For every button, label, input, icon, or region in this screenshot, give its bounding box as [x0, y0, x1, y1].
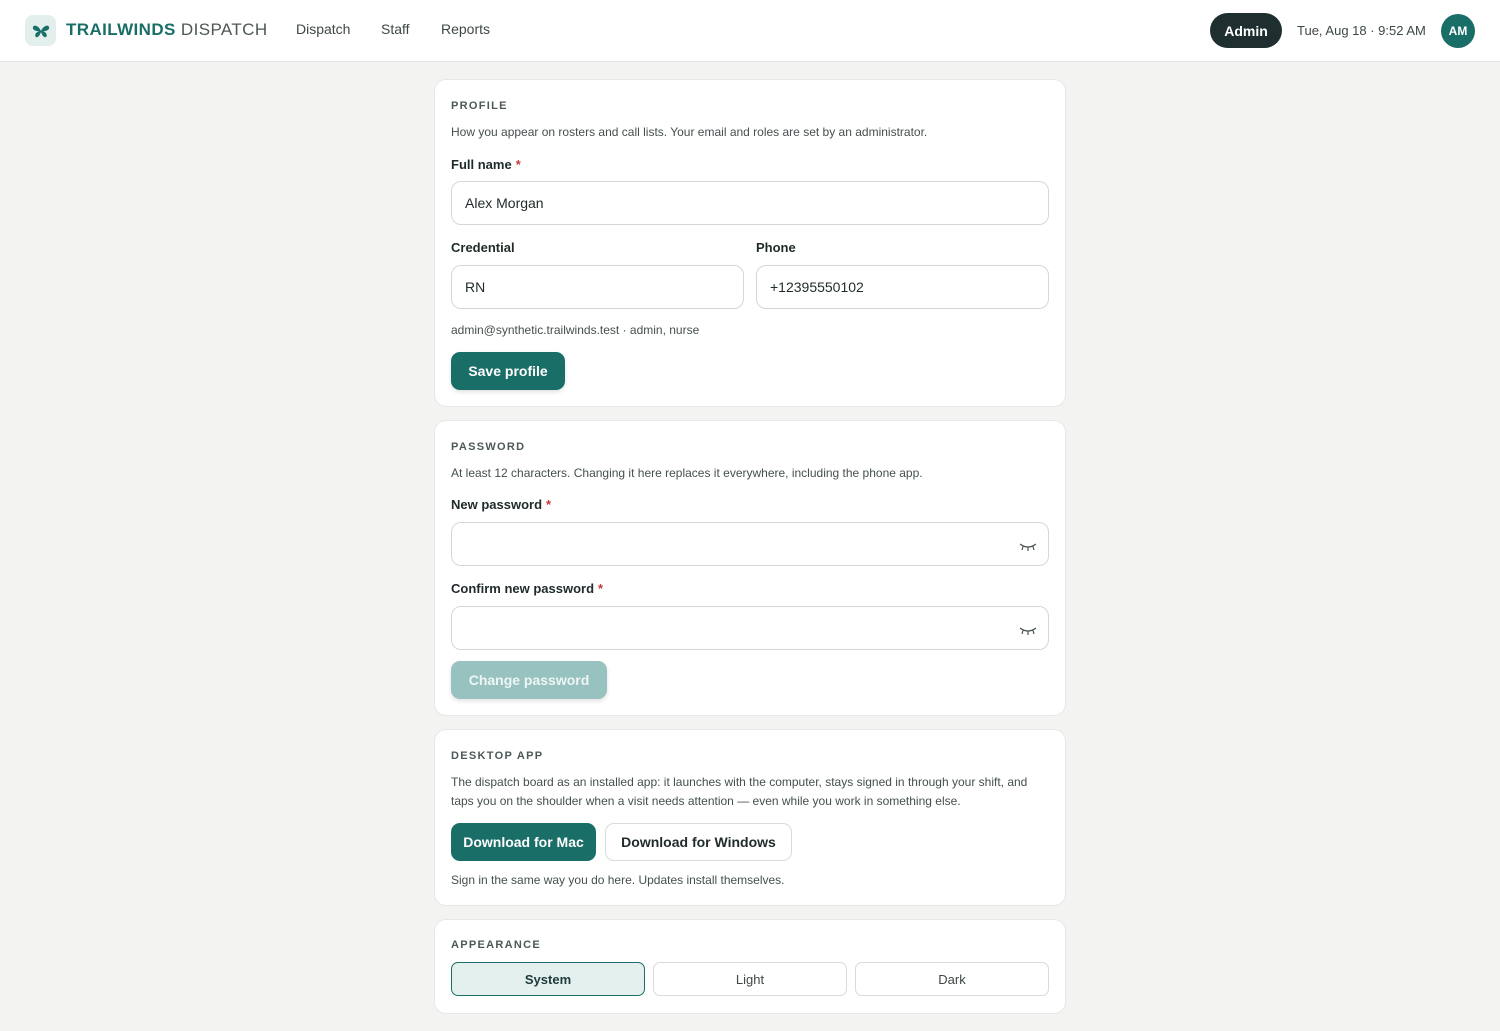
role-badge[interactable]: Admin [1210, 13, 1282, 48]
download-mac-button[interactable]: Download for Mac [451, 823, 596, 861]
current-datetime: Tue, Aug 18 · 9:52 AM [1297, 23, 1426, 38]
new-password-field[interactable] [451, 522, 1049, 566]
new-password-label-text: New password [451, 497, 543, 512]
full-name-label: Full name * [451, 157, 521, 172]
section-title-appearance: APPEARANCE [451, 939, 542, 951]
required-marker: * [546, 497, 552, 512]
nav-staff[interactable]: Staff [381, 21, 410, 37]
phone-value: +12395550102 [770, 279, 864, 295]
avatar[interactable]: AM [1441, 14, 1475, 48]
appearance-card: APPEARANCE System Light Dark [434, 919, 1066, 1014]
desktop-app-description-line-1: The dispatch board as an installed app: … [451, 775, 1028, 789]
confirm-password-label: Confirm new password * [451, 581, 603, 596]
phone-field[interactable]: +12395550102 [756, 265, 1049, 309]
download-windows-button[interactable]: Download for Windows [605, 823, 792, 861]
section-title-profile: PROFILE [451, 100, 508, 112]
butterfly-icon[interactable] [25, 15, 56, 46]
brand-name-light: DISPATCH [180, 20, 268, 39]
password-description: At least 12 characters. Changing it here… [451, 466, 923, 480]
appearance-option-light[interactable]: Light [653, 962, 847, 996]
password-card: PASSWORD At least 12 characters. Changin… [434, 420, 1066, 716]
nav-reports[interactable]: Reports [441, 21, 490, 37]
new-password-label: New password * [451, 497, 551, 512]
eye-closed-icon[interactable] [1019, 539, 1037, 555]
profile-card: PROFILE How you appear on rosters and ca… [434, 79, 1066, 407]
full-name-value: Alex Morgan [465, 195, 544, 211]
full-name-field[interactable]: Alex Morgan [451, 181, 1049, 225]
confirm-password-field[interactable] [451, 606, 1049, 650]
brand-name[interactable]: TRAILWINDS DISPATCH [66, 20, 268, 40]
desktop-app-note: Sign in the same way you do here. Update… [451, 873, 785, 887]
appearance-option-dark[interactable]: Dark [855, 962, 1049, 996]
required-marker: * [598, 581, 604, 596]
desktop-app-card: DESKTOP APP The dispatch board as an ins… [434, 729, 1066, 906]
desktop-app-description-line-2: taps you on the shoulder when a visit ne… [451, 794, 961, 808]
credential-field[interactable]: RN [451, 265, 744, 309]
top-bar: TRAILWINDS DISPATCH Dispatch Staff Repor… [0, 0, 1500, 62]
phone-label: Phone [756, 240, 796, 255]
brand-name-bold: TRAILWINDS [66, 20, 176, 39]
required-marker: * [515, 157, 521, 172]
save-profile-button[interactable]: Save profile [451, 352, 565, 390]
section-title-password: PASSWORD [451, 441, 526, 453]
full-name-label-text: Full name [451, 157, 512, 172]
profile-description: How you appear on rosters and call lists… [451, 125, 928, 139]
account-meta: admin@synthetic.trailwinds.test · admin,… [451, 323, 700, 337]
credential-label: Credential [451, 240, 515, 255]
nav-dispatch[interactable]: Dispatch [296, 21, 350, 37]
section-title-desktop-app: DESKTOP APP [451, 750, 544, 762]
confirm-password-label-text: Confirm new password [451, 581, 595, 596]
appearance-option-system[interactable]: System [451, 962, 645, 996]
change-password-button[interactable]: Change password [451, 661, 607, 699]
credential-value: RN [465, 279, 486, 295]
eye-closed-icon[interactable] [1019, 623, 1037, 639]
